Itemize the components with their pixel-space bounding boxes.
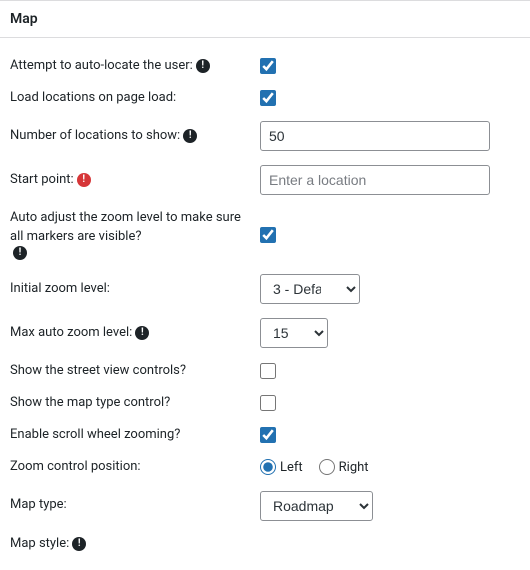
- label-max-auto-zoom-text: Max auto zoom level:: [10, 324, 132, 342]
- row-start-point: Start point: !: [10, 158, 520, 202]
- label-num-locations: Number of locations to show: !: [10, 127, 260, 145]
- radio-left-text: Left: [280, 460, 303, 475]
- radio-left[interactable]: [260, 459, 276, 475]
- label-map-style-text: Map style:: [10, 535, 69, 553]
- label-zoom-pos-text: Zoom control position:: [10, 458, 141, 476]
- label-max-auto-zoom: Max auto zoom level: !: [10, 324, 260, 342]
- label-initial-zoom-text: Initial zoom level:: [10, 280, 110, 298]
- radio-label-left[interactable]: Left: [260, 459, 303, 475]
- radio-right-text: Right: [339, 460, 369, 475]
- checkbox-scroll-wheel[interactable]: [260, 427, 276, 443]
- info-icon[interactable]: !: [183, 129, 197, 143]
- select-initial-zoom[interactable]: 3 - Default: [260, 274, 360, 304]
- row-auto-zoom: Auto adjust the zoom level to make sure …: [10, 202, 520, 266]
- select-map-type[interactable]: Roadmap: [260, 491, 373, 521]
- form-body: Attempt to auto-locate the user: ! Load …: [0, 38, 530, 570]
- row-num-locations: Number of locations to show: !: [10, 114, 520, 158]
- checkbox-map-type-ctrl[interactable]: [260, 395, 276, 411]
- row-load-on-page: Load locations on page load:: [10, 82, 520, 114]
- label-street-view: Show the street view controls?: [10, 362, 260, 380]
- label-map-type-text: Map type:: [10, 496, 67, 514]
- row-street-view: Show the street view controls?: [10, 355, 520, 387]
- row-map-type-ctrl: Show the map type control?: [10, 387, 520, 419]
- row-map-type: Map type: Roadmap: [10, 484, 520, 528]
- section-title: Map: [0, 0, 530, 38]
- checkbox-auto-locate[interactable]: [260, 58, 276, 74]
- input-start-point[interactable]: [260, 165, 490, 195]
- label-map-type: Map type:: [10, 496, 260, 514]
- checkbox-load-on-page[interactable]: [260, 90, 276, 106]
- label-map-style: Map style: !: [10, 535, 260, 553]
- label-scroll-wheel: Enable scroll wheel zooming?: [10, 426, 260, 444]
- row-auto-locate: Attempt to auto-locate the user: !: [10, 50, 520, 82]
- warning-icon[interactable]: !: [77, 173, 91, 187]
- label-initial-zoom: Initial zoom level:: [10, 280, 260, 298]
- select-max-auto-zoom[interactable]: 15: [260, 318, 328, 348]
- checkbox-street-view[interactable]: [260, 363, 276, 379]
- label-auto-locate-text: Attempt to auto-locate the user:: [10, 57, 193, 75]
- label-auto-locate: Attempt to auto-locate the user: !: [10, 57, 260, 75]
- label-scroll-wheel-text: Enable scroll wheel zooming?: [10, 426, 180, 444]
- label-zoom-pos: Zoom control position:: [10, 458, 260, 476]
- label-auto-zoom: Auto adjust the zoom level to make sure …: [10, 209, 260, 259]
- label-start-point-text: Start point:: [10, 171, 74, 189]
- row-scroll-wheel: Enable scroll wheel zooming?: [10, 419, 520, 451]
- label-start-point: Start point: !: [10, 171, 260, 189]
- info-icon[interactable]: !: [196, 59, 210, 73]
- label-load-on-page-text: Load locations on page load:: [10, 89, 176, 107]
- radio-label-right[interactable]: Right: [319, 459, 369, 475]
- label-map-type-ctrl: Show the map type control?: [10, 394, 260, 412]
- input-num-locations[interactable]: [260, 121, 490, 151]
- info-icon[interactable]: !: [135, 326, 149, 340]
- label-load-on-page: Load locations on page load:: [10, 89, 260, 107]
- info-icon[interactable]: !: [72, 537, 86, 551]
- row-zoom-pos: Zoom control position: Left Right: [10, 451, 520, 483]
- label-num-locations-text: Number of locations to show:: [10, 127, 180, 145]
- radio-right[interactable]: [319, 459, 335, 475]
- row-map-style: Map style: !: [10, 528, 520, 560]
- checkbox-auto-zoom[interactable]: [260, 227, 276, 243]
- label-street-view-text: Show the street view controls?: [10, 362, 186, 380]
- label-map-type-ctrl-text: Show the map type control?: [10, 394, 170, 412]
- label-auto-zoom-text: Auto adjust the zoom level to make sure …: [10, 209, 250, 245]
- row-initial-zoom: Initial zoom level: 3 - Default: [10, 267, 520, 311]
- info-icon[interactable]: !: [13, 246, 27, 260]
- row-max-auto-zoom: Max auto zoom level: ! 15: [10, 311, 520, 355]
